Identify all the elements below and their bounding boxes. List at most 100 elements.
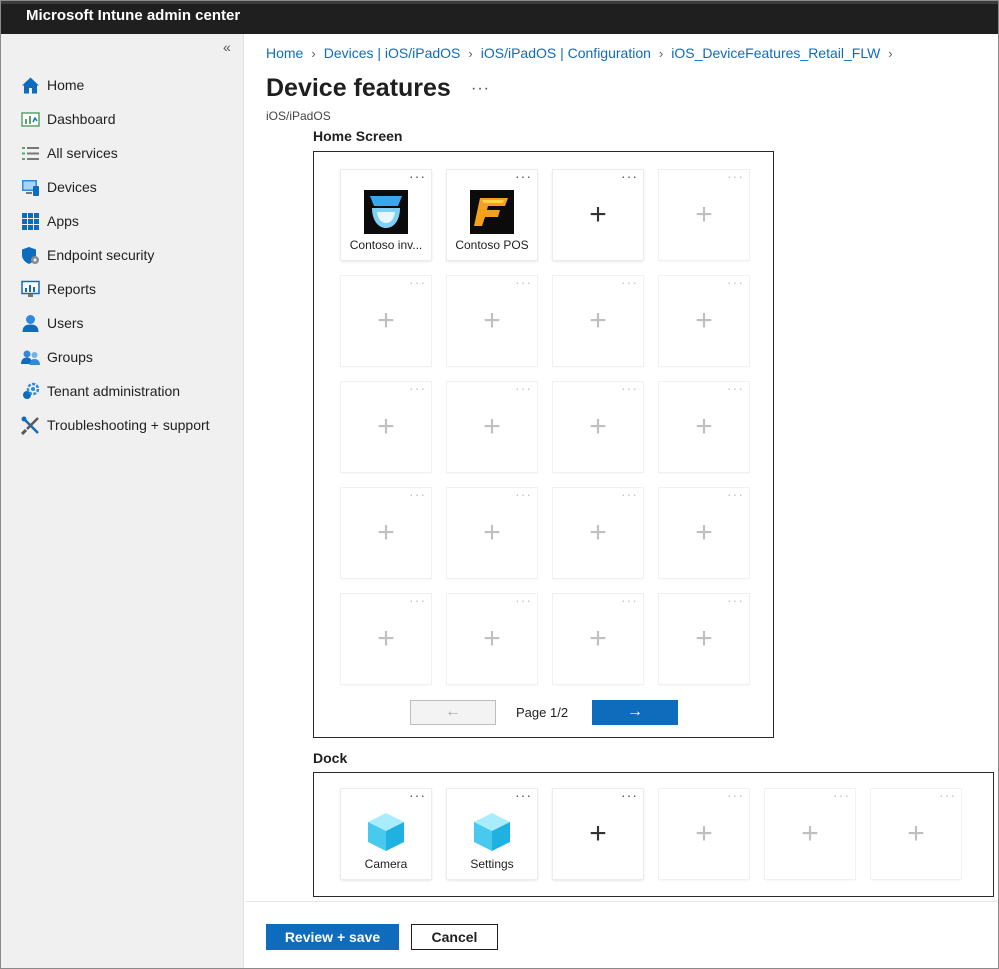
home-screen-pager: ← Page 1/2 → [410, 700, 678, 726]
apps-grid-icon [21, 212, 40, 231]
tile-more-options-icon[interactable]: ··· [409, 787, 426, 803]
tile-more-options-icon[interactable]: ··· [515, 168, 532, 184]
plus-icon: + [589, 622, 607, 655]
tile-more-options-icon[interactable]: ··· [409, 168, 426, 184]
sidebar-item-endpoint-security[interactable]: Endpoint security [1, 238, 244, 272]
contoso-pos-app-icon [470, 190, 514, 234]
empty-app-slot[interactable]: ··· + [341, 592, 431, 684]
app-tile-label: Settings [470, 857, 514, 871]
contoso-inventory-app-icon [364, 190, 408, 234]
chevron-right-icon: › [311, 46, 316, 61]
chevron-right-icon: › [658, 46, 664, 61]
app-window: Microsoft Intune admin center « Home Das… [0, 0, 999, 969]
app-tile-label: Contoso inv... [349, 238, 423, 252]
sidebar-item-dashboard[interactable]: Dashboard [1, 102, 244, 136]
home-screen-grid: ··· Contoso inv... ··· Contoso POS ··· + ···… [313, 151, 774, 738]
breadcrumb-profile[interactable]: iOS_DeviceFeatures_Retail_FLW [671, 45, 880, 61]
plus-icon: + [483, 410, 501, 443]
cube-app-icon [364, 809, 408, 853]
empty-app-slot[interactable]: ··· + [553, 274, 643, 366]
more-options-icon[interactable]: ··· [471, 80, 490, 98]
plus-icon: + [377, 516, 395, 549]
empty-app-slot[interactable]: ··· + [447, 380, 537, 472]
breadcrumb-devices-ios[interactable]: Devices | iOS/iPadOS [324, 45, 461, 61]
plus-icon: + [377, 622, 395, 655]
add-app-tile[interactable]: ··· + [553, 168, 643, 260]
plus-icon: + [695, 817, 713, 850]
sidebar-item-users[interactable]: Users [1, 306, 244, 340]
list-icon [21, 144, 40, 163]
empty-app-slot[interactable]: ··· + [659, 486, 749, 578]
tools-icon [20, 416, 40, 435]
add-app-tile[interactable]: ··· + [553, 787, 643, 879]
empty-app-slot[interactable]: ··· + [447, 592, 537, 684]
plus-icon: + [801, 817, 819, 850]
sidebar-item-all-services[interactable]: All services [1, 136, 244, 170]
sidebar-item-tenant-administration[interactable]: Tenant administration [1, 374, 244, 408]
empty-app-slot[interactable]: ··· + [447, 486, 537, 578]
previous-page-button[interactable]: ← [410, 700, 496, 725]
plus-icon: + [695, 622, 713, 655]
empty-app-slot[interactable]: ··· + [659, 787, 749, 879]
page-indicator: Page 1/2 [516, 705, 569, 720]
footer-bar: Review + save Cancel [245, 901, 998, 968]
sidebar-item-apps[interactable]: Apps [1, 204, 244, 238]
empty-app-slot[interactable]: ··· + [447, 274, 537, 366]
plus-icon: + [589, 817, 607, 850]
empty-app-slot[interactable]: ··· + [341, 486, 431, 578]
tile-more-options-icon[interactable]: ··· [515, 787, 532, 803]
dock-grid: ··· Camera ··· Settings ··· + ··· + ··· + ··· + [313, 772, 994, 897]
sidebar-item-label: All services [47, 145, 118, 161]
review-save-button[interactable]: Review + save [266, 924, 399, 950]
next-page-button[interactable]: → [592, 700, 678, 725]
main-content: Home › Devices | iOS/iPadOS › iOS/iPadOS | C… [245, 34, 998, 968]
sidebar-item-groups[interactable]: Groups [1, 340, 244, 374]
sidebar-item-label: Users [47, 315, 84, 331]
sidebar-item-label: Tenant administration [47, 383, 181, 399]
empty-app-slot[interactable]: ··· + [341, 274, 431, 366]
plus-icon: + [695, 198, 713, 231]
app-title[interactable]: Microsoft Intune admin center [26, 7, 240, 24]
sidebar-item-label: Dashboard [47, 111, 116, 127]
page-subtitle: iOS/iPadOS [266, 109, 331, 123]
empty-app-slot[interactable]: ··· + [659, 274, 749, 366]
plus-icon: + [907, 817, 925, 850]
sidebar-item-label: Devices [47, 179, 97, 195]
shield-icon [21, 246, 40, 265]
app-tile[interactable]: ··· Camera [341, 787, 431, 879]
app-tile[interactable]: ··· Contoso POS [447, 168, 537, 260]
empty-app-slot[interactable]: ··· + [553, 592, 643, 684]
breadcrumb-ios-configuration[interactable]: iOS/iPadOS | Configuration [481, 45, 651, 61]
top-bar: Microsoft Intune admin center [1, 1, 998, 34]
app-tile[interactable]: ··· Contoso inv... [341, 168, 431, 260]
app-tile[interactable]: ··· Settings [447, 787, 537, 879]
empty-app-slot[interactable]: ··· + [659, 380, 749, 472]
plus-icon: + [483, 516, 501, 549]
empty-app-slot[interactable]: ··· + [553, 486, 643, 578]
sidebar-item-home[interactable]: Home [1, 68, 244, 102]
empty-app-slot[interactable]: ··· + [871, 787, 961, 879]
plus-icon: + [695, 516, 713, 549]
cancel-button[interactable]: Cancel [411, 924, 498, 950]
empty-app-slot[interactable]: ··· + [553, 380, 643, 472]
breadcrumb: Home › Devices | iOS/iPadOS › iOS/iPadOS | C… [266, 45, 901, 61]
dock-label: Dock [313, 750, 348, 766]
plus-icon: + [483, 304, 501, 337]
reports-icon [21, 280, 40, 299]
sidebar-item-devices[interactable]: Devices [1, 170, 244, 204]
plus-icon: + [695, 410, 713, 443]
collapse-sidebar-icon[interactable]: « [223, 39, 231, 55]
page-title: Device features [266, 74, 451, 102]
app-tile-label: Camera [364, 857, 408, 871]
groups-icon [21, 348, 40, 367]
sidebar-item-troubleshooting-support[interactable]: Troubleshooting + support [1, 408, 244, 442]
home-icon [21, 76, 40, 95]
sidebar-item-label: Troubleshooting + support [47, 417, 210, 433]
empty-app-slot[interactable]: ··· + [765, 787, 855, 879]
sidebar-item-reports[interactable]: Reports [1, 272, 244, 306]
empty-app-slot[interactable]: ··· + [659, 168, 749, 260]
breadcrumb-home[interactable]: Home [266, 45, 303, 61]
empty-app-slot[interactable]: ··· + [341, 380, 431, 472]
empty-app-slot[interactable]: ··· + [659, 592, 749, 684]
sidebar-nav: Home Dashboard All services Devices Apps… [1, 68, 244, 442]
